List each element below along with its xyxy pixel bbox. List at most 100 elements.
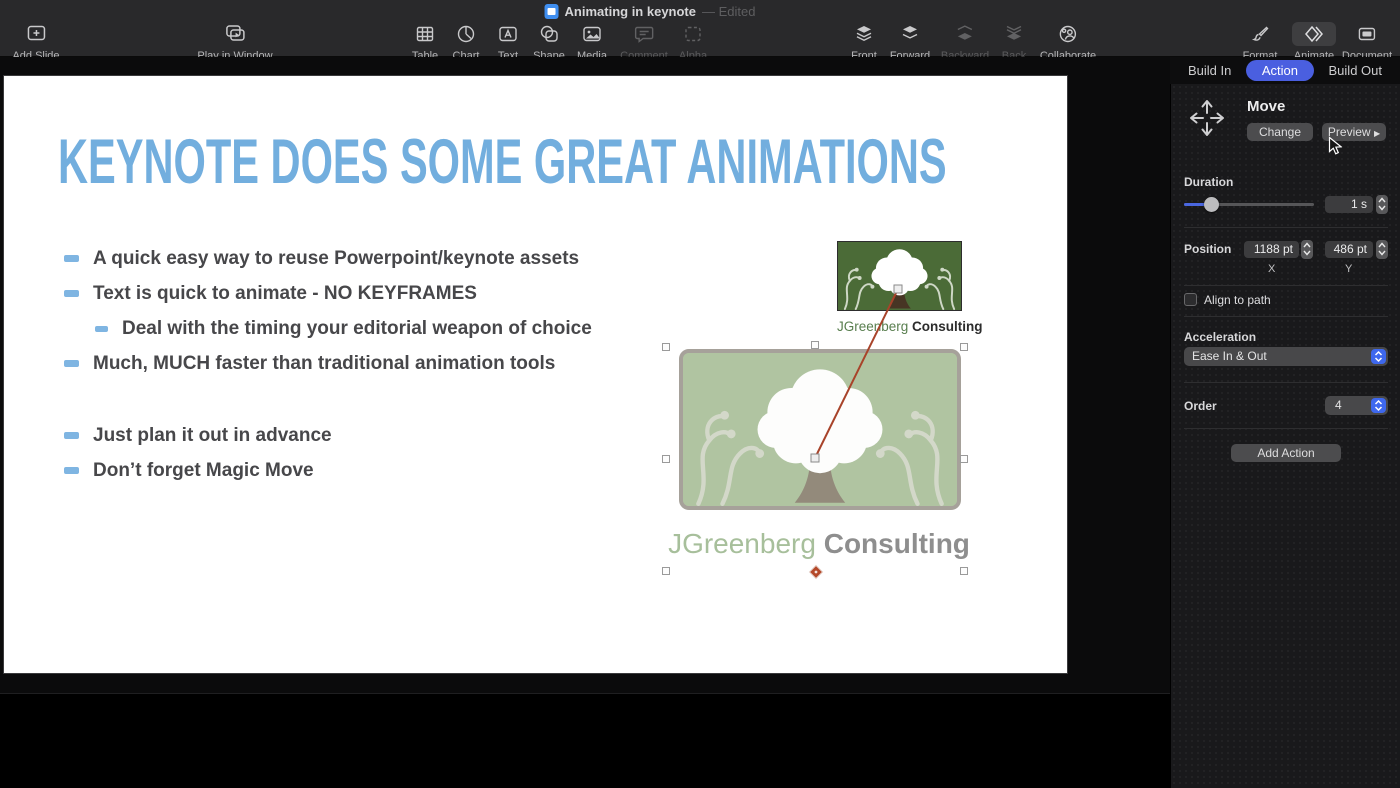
- collaborate-button[interactable]: Collaborate: [1040, 22, 1096, 62]
- back-button: Back: [992, 22, 1036, 62]
- animate-icon: [1292, 22, 1336, 46]
- section-divider: [1184, 382, 1388, 383]
- add-action-button[interactable]: Add Action: [1231, 444, 1341, 462]
- order-dropdown[interactable]: 4: [1325, 396, 1388, 415]
- position-x-stepper[interactable]: [1301, 240, 1313, 259]
- media-button[interactable]: Media: [570, 22, 614, 62]
- popup-chevrons-icon: [1371, 398, 1386, 413]
- comment-icon: [622, 22, 666, 46]
- toolbar: Animating in keynote — Edited Add Slide …: [0, 0, 1400, 57]
- shape-icon: [527, 22, 571, 46]
- document-title: Animating in keynote: [565, 4, 696, 19]
- mouse-cursor: [1328, 136, 1342, 156]
- move-effect-icon: [1187, 96, 1227, 140]
- section-divider: [1184, 227, 1388, 228]
- chart-icon: [445, 22, 487, 46]
- position-x-field[interactable]: 1188 pt: [1244, 241, 1299, 258]
- logo-wordmark-destination: JGreenberg Consulting: [659, 528, 979, 560]
- logo-image-destination[interactable]: [679, 349, 961, 510]
- duration-stepper[interactable]: [1376, 195, 1388, 214]
- play-in-window-button[interactable]: Play in Window: [197, 22, 272, 62]
- tree-graphic: [838, 242, 961, 310]
- canvas-background: KEYNOTE DOES SOME GREAT ANIMATIONS A qui…: [0, 57, 1170, 694]
- duration-slider[interactable]: [1184, 203, 1314, 206]
- position-y-stepper[interactable]: [1376, 240, 1388, 259]
- logo-wordmark-start: JGreenberg Consulting: [837, 319, 969, 334]
- bullet-marker: [64, 467, 79, 474]
- alpha-button: Alpha: [672, 22, 714, 62]
- comment-button: Comment: [620, 22, 668, 62]
- tab-build-in[interactable]: Build In: [1180, 60, 1239, 81]
- y-axis-label: Y: [1345, 263, 1352, 275]
- chart-button[interactable]: Chart: [445, 22, 487, 62]
- section-divider: [1184, 285, 1388, 286]
- position-label: Position: [1184, 242, 1231, 256]
- tree-graphic-faded: [683, 353, 957, 506]
- x-axis-label: X: [1268, 263, 1275, 275]
- preview-play-glyph: ▶: [1374, 129, 1380, 138]
- table-icon: [404, 22, 446, 46]
- bullet-marker: [95, 326, 108, 332]
- bring-to-front-icon: [842, 22, 886, 46]
- bullet-item: Much, MUCH faster than traditional anima…: [64, 346, 724, 381]
- table-button[interactable]: Table: [404, 22, 446, 62]
- edited-status: — Edited: [702, 4, 755, 19]
- bullet-item: A quick easy way to reuse Powerpoint/key…: [64, 241, 724, 276]
- forward-button[interactable]: Forward: [888, 22, 932, 62]
- text-button[interactable]: Text: [486, 22, 530, 62]
- tab-action[interactable]: Action: [1246, 60, 1314, 81]
- shape-button[interactable]: Shape: [527, 22, 571, 62]
- slide[interactable]: KEYNOTE DOES SOME GREAT ANIMATIONS A qui…: [3, 75, 1068, 674]
- slide-title-text[interactable]: KEYNOTE DOES SOME GREAT ANIMATIONS: [58, 126, 947, 198]
- selection-handle[interactable]: [663, 568, 670, 575]
- position-y-field[interactable]: 486 pt: [1325, 241, 1373, 258]
- acceleration-dropdown[interactable]: Ease In & Out: [1184, 347, 1388, 366]
- window-title: Animating in keynote — Edited: [545, 4, 756, 19]
- section-divider: [1184, 428, 1388, 429]
- align-to-path-checkbox[interactable]: [1184, 293, 1197, 306]
- selection-handle[interactable]: [961, 568, 968, 575]
- play-icon: [213, 22, 257, 46]
- bullet-item-sub: Deal with the timing your editorial weap…: [64, 311, 724, 346]
- bullet-item: Just plan it out in advance: [64, 418, 724, 453]
- bullet-item: Text is quick to animate - NO KEYFRAMES: [64, 276, 724, 311]
- bullet-marker: [64, 255, 79, 262]
- send-to-back-icon: [992, 22, 1036, 46]
- selection-handle[interactable]: [961, 344, 968, 351]
- path-endpoint-diamond[interactable]: [810, 566, 823, 579]
- keynote-window: Animating in keynote — Edited Add Slide …: [0, 0, 1400, 788]
- slide-canvas: KEYNOTE DOES SOME GREAT ANIMATIONS A qui…: [0, 57, 1170, 788]
- collaborate-icon: [1046, 22, 1090, 46]
- popup-chevrons-icon: [1371, 349, 1386, 364]
- add-slide-icon: [14, 22, 58, 46]
- selection-handle[interactable]: [961, 456, 968, 463]
- document-button[interactable]: Document: [1342, 22, 1392, 62]
- bullet-marker: [64, 432, 79, 439]
- selection-handle[interactable]: [812, 342, 819, 349]
- align-to-path-label: Align to path: [1204, 293, 1271, 307]
- duration-value-field[interactable]: 1 s: [1325, 196, 1373, 213]
- bullet-marker: [64, 290, 79, 297]
- format-button[interactable]: Format: [1239, 22, 1281, 62]
- action-inspector-panel: Move Change Preview ▶ Duration 1 s Posit…: [1170, 84, 1400, 788]
- bring-forward-icon: [888, 22, 932, 46]
- tab-build-out[interactable]: Build Out: [1321, 60, 1390, 81]
- bullet-item: Don’t forget Magic Move: [64, 453, 724, 488]
- duration-label: Duration: [1184, 175, 1233, 189]
- acceleration-label: Acceleration: [1184, 330, 1256, 344]
- order-label: Order: [1184, 399, 1217, 413]
- text-icon: [486, 22, 530, 46]
- duration-slider-thumb[interactable]: [1204, 197, 1219, 212]
- add-slide-button[interactable]: Add Slide: [12, 22, 59, 62]
- backward-button: Backward: [941, 22, 989, 62]
- effect-name: Move: [1247, 98, 1285, 115]
- animate-tab-bar: Build In Action Build Out: [1170, 57, 1400, 84]
- bullet-marker: [64, 360, 79, 367]
- animate-button[interactable]: Animate: [1292, 22, 1336, 62]
- bullet-text-box[interactable]: A quick easy way to reuse Powerpoint/key…: [64, 241, 724, 488]
- logo-image-start[interactable]: [837, 241, 962, 311]
- document-icon: [1346, 22, 1388, 46]
- change-effect-button[interactable]: Change: [1247, 123, 1313, 141]
- keynote-doc-icon: [545, 4, 559, 19]
- front-button[interactable]: Front: [842, 22, 886, 62]
